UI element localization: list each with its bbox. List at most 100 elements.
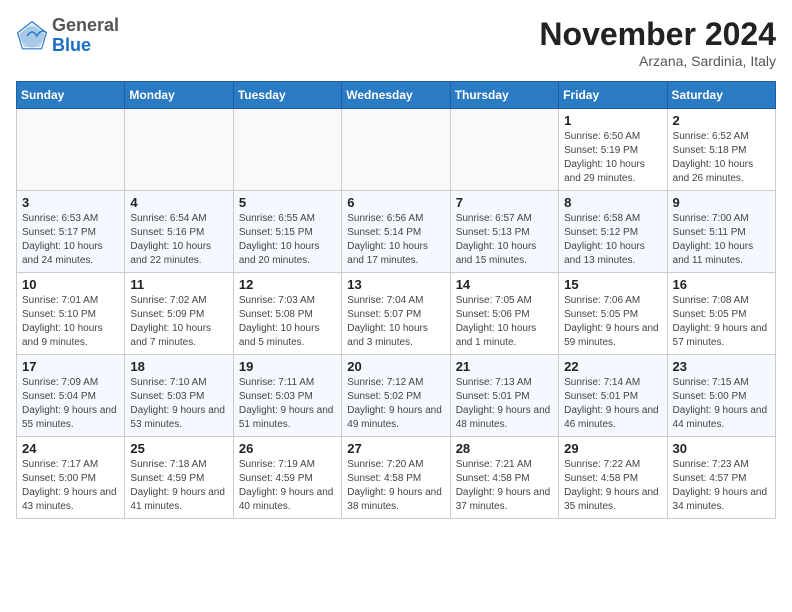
calendar-cell: 8 Sunrise: 6:58 AM Sunset: 5:12 PM Daylig… bbox=[559, 191, 667, 273]
weekday-header: Friday bbox=[559, 82, 667, 109]
day-info: Sunrise: 7:14 AM Sunset: 5:01 PM Dayligh… bbox=[564, 376, 661, 432]
day-info: Sunrise: 7:05 AM Sunset: 5:06 PM Dayligh… bbox=[456, 294, 553, 350]
logo: General Blue bbox=[16, 16, 119, 56]
weekday-header-row: SundayMondayTuesdayWednesdayThursdayFrid… bbox=[17, 82, 776, 109]
weekday-header: Thursday bbox=[450, 82, 558, 109]
day-number: 24 bbox=[22, 441, 119, 456]
day-info: Sunrise: 7:21 AM Sunset: 4:58 PM Dayligh… bbox=[456, 458, 553, 514]
day-number: 14 bbox=[456, 277, 553, 292]
calendar-cell: 15Sunrise: 7:06 AM Sunset: 5:05 PM Dayli… bbox=[559, 273, 667, 355]
day-info: Sunrise: 7:18 AM Sunset: 4:59 PM Dayligh… bbox=[130, 458, 227, 514]
day-number: 13 bbox=[347, 277, 444, 292]
day-info: Sunrise: 7:09 AM Sunset: 5:04 PM Dayligh… bbox=[22, 376, 119, 432]
day-info: Sunrise: 7:08 AM Sunset: 5:05 PM Dayligh… bbox=[673, 294, 770, 350]
day-number: 20 bbox=[347, 359, 444, 374]
day-info: Sunrise: 7:00 AM Sunset: 5:11 PM Dayligh… bbox=[673, 212, 770, 268]
calendar-cell: 5Sunrise: 6:55 AM Sunset: 5:15 PM Daylig… bbox=[233, 191, 341, 273]
calendar-cell: 2 Sunrise: 6:52 AM Sunset: 5:18 PM Daylig… bbox=[667, 109, 775, 191]
calendar-cell: 26Sunrise: 7:19 AM Sunset: 4:59 PM Dayli… bbox=[233, 437, 341, 519]
weekday-header: Monday bbox=[125, 82, 233, 109]
calendar-cell: 13 Sunrise: 7:04 AM Sunset: 5:07 PM Dayli… bbox=[342, 273, 450, 355]
day-number: 21 bbox=[456, 359, 553, 374]
calendar-cell: 22 Sunrise: 7:14 AM Sunset: 5:01 PM Dayli… bbox=[559, 355, 667, 437]
day-number: 29 bbox=[564, 441, 661, 456]
calendar-cell: 24 Sunrise: 7:17 AM Sunset: 5:00 PM Dayli… bbox=[17, 437, 125, 519]
day-number: 12 bbox=[239, 277, 336, 292]
day-info: Sunrise: 7:13 AM Sunset: 5:01 PM Dayligh… bbox=[456, 376, 553, 432]
day-info: Sunrise: 6:58 AM Sunset: 5:12 PM Dayligh… bbox=[564, 212, 661, 268]
calendar-cell: 6 Sunrise: 6:56 AM Sunset: 5:14 PM Daylig… bbox=[342, 191, 450, 273]
calendar-week-row: 3 Sunrise: 6:53 AM Sunset: 5:17 PM Daylig… bbox=[17, 191, 776, 273]
calendar-cell: 14 Sunrise: 7:05 AM Sunset: 5:06 PM Dayli… bbox=[450, 273, 558, 355]
weekday-header: Tuesday bbox=[233, 82, 341, 109]
location: Arzana, Sardinia, Italy bbox=[539, 53, 776, 69]
day-info: Sunrise: 6:52 AM Sunset: 5:18 PM Dayligh… bbox=[673, 130, 770, 186]
title-area: November 2024 Arzana, Sardinia, Italy bbox=[539, 16, 776, 69]
day-number: 30 bbox=[673, 441, 770, 456]
weekday-header: Wednesday bbox=[342, 82, 450, 109]
calendar-cell: 25 Sunrise: 7:18 AM Sunset: 4:59 PM Dayli… bbox=[125, 437, 233, 519]
calendar-cell bbox=[17, 109, 125, 191]
day-info: Sunrise: 6:56 AM Sunset: 5:14 PM Dayligh… bbox=[347, 212, 444, 268]
calendar-cell: 9 Sunrise: 7:00 AM Sunset: 5:11 PM Daylig… bbox=[667, 191, 775, 273]
weekday-header: Sunday bbox=[17, 82, 125, 109]
day-info: Sunrise: 7:22 AM Sunset: 4:58 PM Dayligh… bbox=[564, 458, 661, 514]
day-info: Sunrise: 7:03 AM Sunset: 5:08 PM Dayligh… bbox=[239, 294, 336, 350]
day-number: 4 bbox=[130, 195, 227, 210]
day-info: Sunrise: 7:10 AM Sunset: 5:03 PM Dayligh… bbox=[130, 376, 227, 432]
calendar-cell: 20Sunrise: 7:12 AM Sunset: 5:02 PM Dayli… bbox=[342, 355, 450, 437]
calendar-cell bbox=[233, 109, 341, 191]
logo-icon bbox=[16, 20, 48, 52]
calendar-cell: 28 Sunrise: 7:21 AM Sunset: 4:58 PM Dayli… bbox=[450, 437, 558, 519]
day-number: 22 bbox=[564, 359, 661, 374]
day-info: Sunrise: 6:53 AM Sunset: 5:17 PM Dayligh… bbox=[22, 212, 119, 268]
calendar-week-row: 17 Sunrise: 7:09 AM Sunset: 5:04 PM Dayli… bbox=[17, 355, 776, 437]
day-number: 9 bbox=[673, 195, 770, 210]
day-number: 18 bbox=[130, 359, 227, 374]
calendar-week-row: 1Sunrise: 6:50 AM Sunset: 5:19 PM Daylig… bbox=[17, 109, 776, 191]
calendar-cell: 1Sunrise: 6:50 AM Sunset: 5:19 PM Daylig… bbox=[559, 109, 667, 191]
calendar-cell: 23 Sunrise: 7:15 AM Sunset: 5:00 PM Dayli… bbox=[667, 355, 775, 437]
day-number: 15 bbox=[564, 277, 661, 292]
day-number: 11 bbox=[130, 277, 227, 292]
weekday-header: Saturday bbox=[667, 82, 775, 109]
day-number: 23 bbox=[673, 359, 770, 374]
page-header: General Blue November 2024 Arzana, Sardi… bbox=[16, 16, 776, 69]
day-number: 27 bbox=[347, 441, 444, 456]
day-number: 25 bbox=[130, 441, 227, 456]
day-info: Sunrise: 7:17 AM Sunset: 5:00 PM Dayligh… bbox=[22, 458, 119, 514]
calendar-cell bbox=[125, 109, 233, 191]
day-number: 17 bbox=[22, 359, 119, 374]
calendar-cell bbox=[342, 109, 450, 191]
calendar-week-row: 24 Sunrise: 7:17 AM Sunset: 5:00 PM Dayli… bbox=[17, 437, 776, 519]
day-number: 26 bbox=[239, 441, 336, 456]
calendar-cell: 10Sunrise: 7:01 AM Sunset: 5:10 PM Dayli… bbox=[17, 273, 125, 355]
calendar-table: SundayMondayTuesdayWednesdayThursdayFrid… bbox=[16, 81, 776, 519]
calendar-cell: 29 Sunrise: 7:22 AM Sunset: 4:58 PM Dayli… bbox=[559, 437, 667, 519]
month-title: November 2024 bbox=[539, 16, 776, 53]
day-info: Sunrise: 7:15 AM Sunset: 5:00 PM Dayligh… bbox=[673, 376, 770, 432]
calendar-cell: 7Sunrise: 6:57 AM Sunset: 5:13 PM Daylig… bbox=[450, 191, 558, 273]
calendar-cell: 18 Sunrise: 7:10 AM Sunset: 5:03 PM Dayli… bbox=[125, 355, 233, 437]
calendar-week-row: 10Sunrise: 7:01 AM Sunset: 5:10 PM Dayli… bbox=[17, 273, 776, 355]
day-info: Sunrise: 7:04 AM Sunset: 5:07 PM Dayligh… bbox=[347, 294, 444, 350]
calendar-cell: 19Sunrise: 7:11 AM Sunset: 5:03 PM Dayli… bbox=[233, 355, 341, 437]
calendar-cell: 27Sunrise: 7:20 AM Sunset: 4:58 PM Dayli… bbox=[342, 437, 450, 519]
day-info: Sunrise: 7:11 AM Sunset: 5:03 PM Dayligh… bbox=[239, 376, 336, 432]
day-number: 7 bbox=[456, 195, 553, 210]
day-number: 2 bbox=[673, 113, 770, 128]
calendar-cell: 12 Sunrise: 7:03 AM Sunset: 5:08 PM Dayli… bbox=[233, 273, 341, 355]
calendar-cell: 3 Sunrise: 6:53 AM Sunset: 5:17 PM Daylig… bbox=[17, 191, 125, 273]
day-info: Sunrise: 7:23 AM Sunset: 4:57 PM Dayligh… bbox=[673, 458, 770, 514]
day-info: Sunrise: 7:02 AM Sunset: 5:09 PM Dayligh… bbox=[130, 294, 227, 350]
day-number: 8 bbox=[564, 195, 661, 210]
calendar-cell bbox=[450, 109, 558, 191]
day-info: Sunrise: 6:54 AM Sunset: 5:16 PM Dayligh… bbox=[130, 212, 227, 268]
day-number: 16 bbox=[673, 277, 770, 292]
calendar-cell: 17 Sunrise: 7:09 AM Sunset: 5:04 PM Dayli… bbox=[17, 355, 125, 437]
day-number: 3 bbox=[22, 195, 119, 210]
day-number: 28 bbox=[456, 441, 553, 456]
day-number: 1 bbox=[564, 113, 661, 128]
day-number: 6 bbox=[347, 195, 444, 210]
day-info: Sunrise: 7:01 AM Sunset: 5:10 PM Dayligh… bbox=[22, 294, 119, 350]
